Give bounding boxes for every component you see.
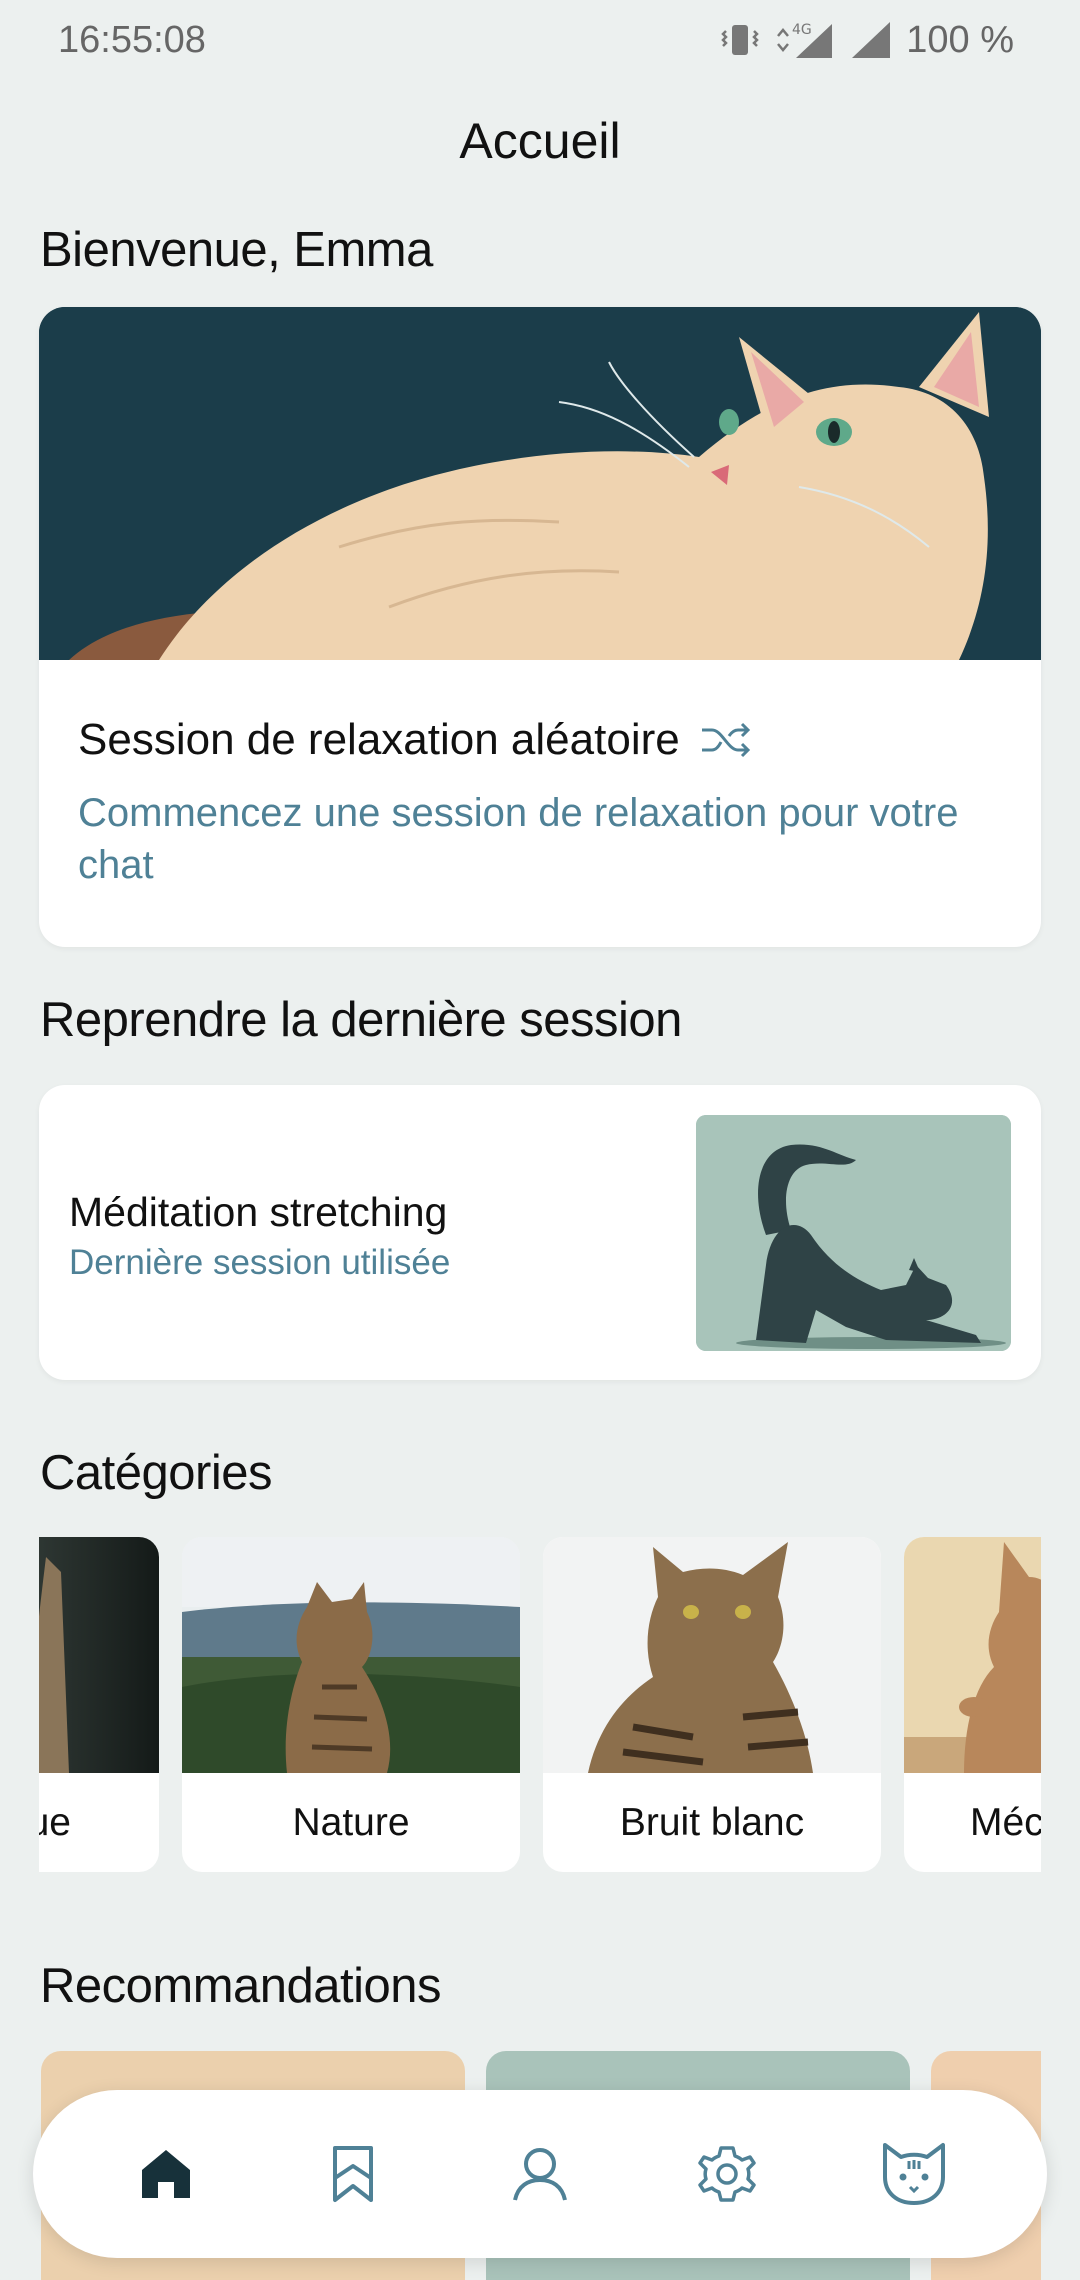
hero-subtitle: Commencez une session de relaxation pour… (78, 791, 959, 887)
status-bar: 16:55:08 4G 100 % (0, 0, 1080, 80)
session-subtitle: Dernière session utilisée (69, 1243, 451, 1282)
signal-icon (852, 22, 891, 58)
category-image (39, 1537, 159, 1773)
categories-section-title: Catégories (40, 1446, 272, 1500)
category-card[interactable]: ue (39, 1537, 159, 1872)
session-name: Méditation stretching (69, 1189, 448, 1235)
category-image (182, 1537, 520, 1773)
settings-icon (698, 2146, 756, 2202)
hero-title-row: Session de relaxation aléatoire (78, 715, 752, 765)
category-card-white-noise[interactable]: Bruit blanc (543, 1537, 881, 1872)
bookmark-icon (333, 2146, 374, 2202)
category-image (543, 1537, 881, 1773)
status-icons: 4G 100 % (720, 19, 1014, 62)
last-session-card[interactable]: Méditation stretching Dernière session u… (39, 1085, 1041, 1380)
category-card-nature[interactable]: Nature (182, 1537, 520, 1872)
welcome-greeting: Bienvenue, Emma (40, 223, 433, 277)
nav-profile[interactable] (490, 2124, 590, 2224)
svg-text:4G: 4G (792, 22, 812, 38)
resume-section-title: Reprendre la dernière session (40, 993, 682, 1047)
random-session-card[interactable]: Session de relaxation aléatoire Commence… (39, 307, 1041, 947)
status-time: 16:55:08 (58, 18, 206, 61)
category-label: ue (39, 1800, 71, 1844)
home-icon (142, 2150, 191, 2198)
page-title: Accueil (459, 113, 621, 169)
nav-cat[interactable] (864, 2124, 964, 2224)
profile-icon (513, 2148, 567, 2201)
category-card[interactable]: Méc (904, 1537, 1041, 1872)
category-label: Nature (292, 1800, 410, 1844)
hero-cat-image (39, 307, 1041, 660)
recommendations-section-title: Recommandations (40, 1959, 442, 2013)
bottom-navigation (33, 2090, 1047, 2258)
categories-carousel[interactable]: ue Nature Bruit blanc (39, 1537, 1041, 1872)
vibrate-icon (721, 25, 760, 55)
nav-bookmarks[interactable] (303, 2124, 403, 2224)
hero-title: Session de relaxation aléatoire (78, 715, 680, 764)
nav-home[interactable] (116, 2124, 216, 2224)
category-image (904, 1537, 1041, 1773)
battery-level: 100 % (906, 18, 1014, 61)
stretching-cat-image (696, 1115, 1011, 1351)
nav-settings[interactable] (677, 2124, 777, 2224)
category-label: Méc (970, 1800, 1041, 1844)
category-label: Bruit blanc (619, 1800, 805, 1844)
signal-4g-icon: 4G (777, 22, 833, 58)
shuffle-icon (701, 722, 750, 758)
cat-icon (882, 2143, 945, 2205)
